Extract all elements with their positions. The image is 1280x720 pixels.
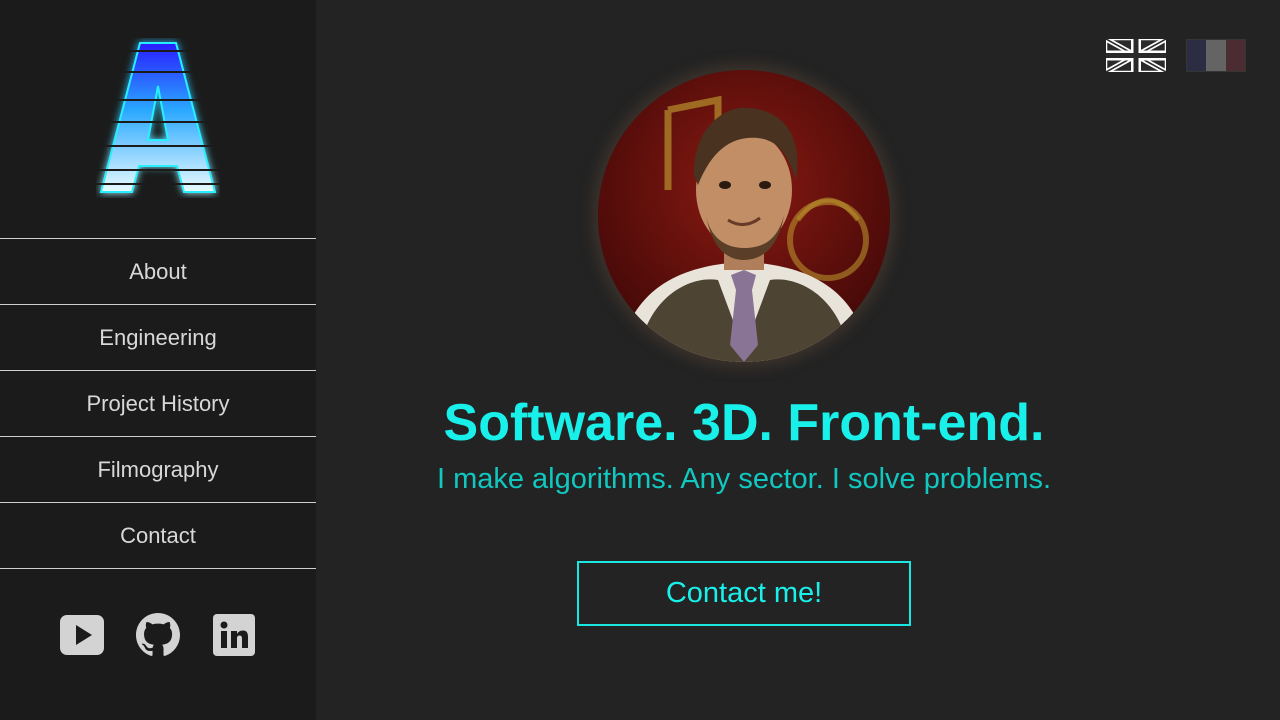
nav-item-engineering[interactable]: Engineering: [0, 305, 316, 371]
hero-subline: I make algorithms. Any sector. I solve p…: [436, 463, 1052, 495]
social-links: [0, 612, 316, 658]
contact-me-button[interactable]: Contact me!: [577, 561, 911, 626]
linkedin-icon[interactable]: [211, 612, 257, 658]
nav-item-about[interactable]: About: [0, 239, 316, 305]
github-icon[interactable]: [135, 612, 181, 658]
youtube-icon[interactable]: [59, 612, 105, 658]
uk-flag-icon[interactable]: [1104, 36, 1168, 75]
france-flag-icon[interactable]: [1186, 39, 1246, 72]
profile-photo: [598, 70, 890, 362]
nav-item-contact[interactable]: Contact: [0, 503, 316, 569]
hero-headline: Software. 3D. Front-end.: [443, 394, 1045, 452]
nav-item-filmography[interactable]: Filmography: [0, 437, 316, 503]
nav-item-project-history[interactable]: Project History: [0, 371, 316, 437]
main-nav: About Engineering Project History Filmog…: [0, 238, 316, 569]
logo-letter-a-icon[interactable]: [96, 38, 220, 198]
language-switcher: [1104, 36, 1246, 75]
sidebar: About Engineering Project History Filmog…: [0, 0, 316, 720]
